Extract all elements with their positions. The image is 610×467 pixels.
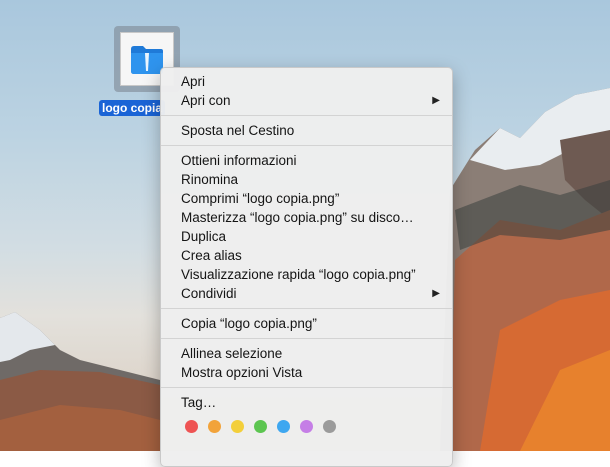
chevron-right-icon: ▶ (432, 95, 440, 106)
menu-item-label: Condividi (181, 286, 237, 301)
chevron-right-icon: ▶ (432, 288, 440, 299)
menu-item[interactable]: Duplica (161, 227, 452, 246)
menu-item-label: Copia “logo copia.png” (181, 316, 317, 331)
menu-item[interactable]: Visualizzazione rapida “logo copia.png” (161, 265, 452, 284)
menu-item[interactable]: Allinea selezione (161, 344, 452, 363)
menu-item[interactable]: Crea alias (161, 246, 452, 265)
tag-color-dot[interactable] (277, 420, 290, 433)
menu-item[interactable]: Sposta nel Cestino (161, 121, 452, 140)
menu-item[interactable]: Copia “logo copia.png” (161, 314, 452, 333)
menu-item[interactable]: Comprimi “logo copia.png” (161, 189, 452, 208)
menu-item[interactable]: Rinomina (161, 170, 452, 189)
context-menu: Apri Apri con ▶ Sposta nel Cestino Ottieni i… (160, 67, 453, 467)
menu-item[interactable]: Tag… (161, 393, 452, 412)
menu-separator (161, 115, 452, 116)
menu-item-label: Visualizzazione rapida “logo copia.png” (181, 267, 416, 282)
tag-color-dot[interactable] (300, 420, 313, 433)
menu-item[interactable]: Apri con ▶ (161, 91, 452, 110)
menu-item-label: Crea alias (181, 248, 242, 263)
menu-item[interactable]: Mostra opzioni Vista (161, 363, 452, 382)
menu-item-label: Duplica (181, 229, 227, 244)
menu-item-label: Rinomina (181, 172, 239, 187)
menu-item[interactable]: Condividi ▶ (161, 284, 452, 303)
menu-item-label: Sposta nel Cestino (181, 123, 295, 138)
menu-separator (161, 308, 452, 309)
menu-item[interactable]: Ottieni informazioni (161, 151, 452, 170)
file-name-label[interactable]: logo copia (99, 100, 165, 116)
menu-item-label: Masterizza “logo copia.png” su disco… (181, 210, 414, 225)
tag-color-picker (161, 420, 452, 433)
tag-color-dot[interactable] (254, 420, 267, 433)
menu-item-label: Apri con (181, 93, 231, 108)
tag-color-dot[interactable] (185, 420, 198, 433)
menu-item-label: Ottieni informazioni (181, 153, 297, 168)
menu-item-label: Mostra opzioni Vista (181, 365, 303, 380)
menu-item[interactable]: Apri (161, 72, 452, 91)
menu-item-label: Allinea selezione (181, 346, 283, 361)
tag-color-dot[interactable] (208, 420, 221, 433)
menu-item-label: Apri (181, 74, 206, 89)
menu-separator (161, 145, 452, 146)
menu-separator (161, 338, 452, 339)
tag-color-dot[interactable] (323, 420, 336, 433)
tag-color-dot[interactable] (231, 420, 244, 433)
menu-item-label: Tag… (181, 395, 217, 410)
menu-separator (161, 387, 452, 388)
menu-item[interactable]: Masterizza “logo copia.png” su disco… (161, 208, 452, 227)
menu-item-label: Comprimi “logo copia.png” (181, 191, 340, 206)
